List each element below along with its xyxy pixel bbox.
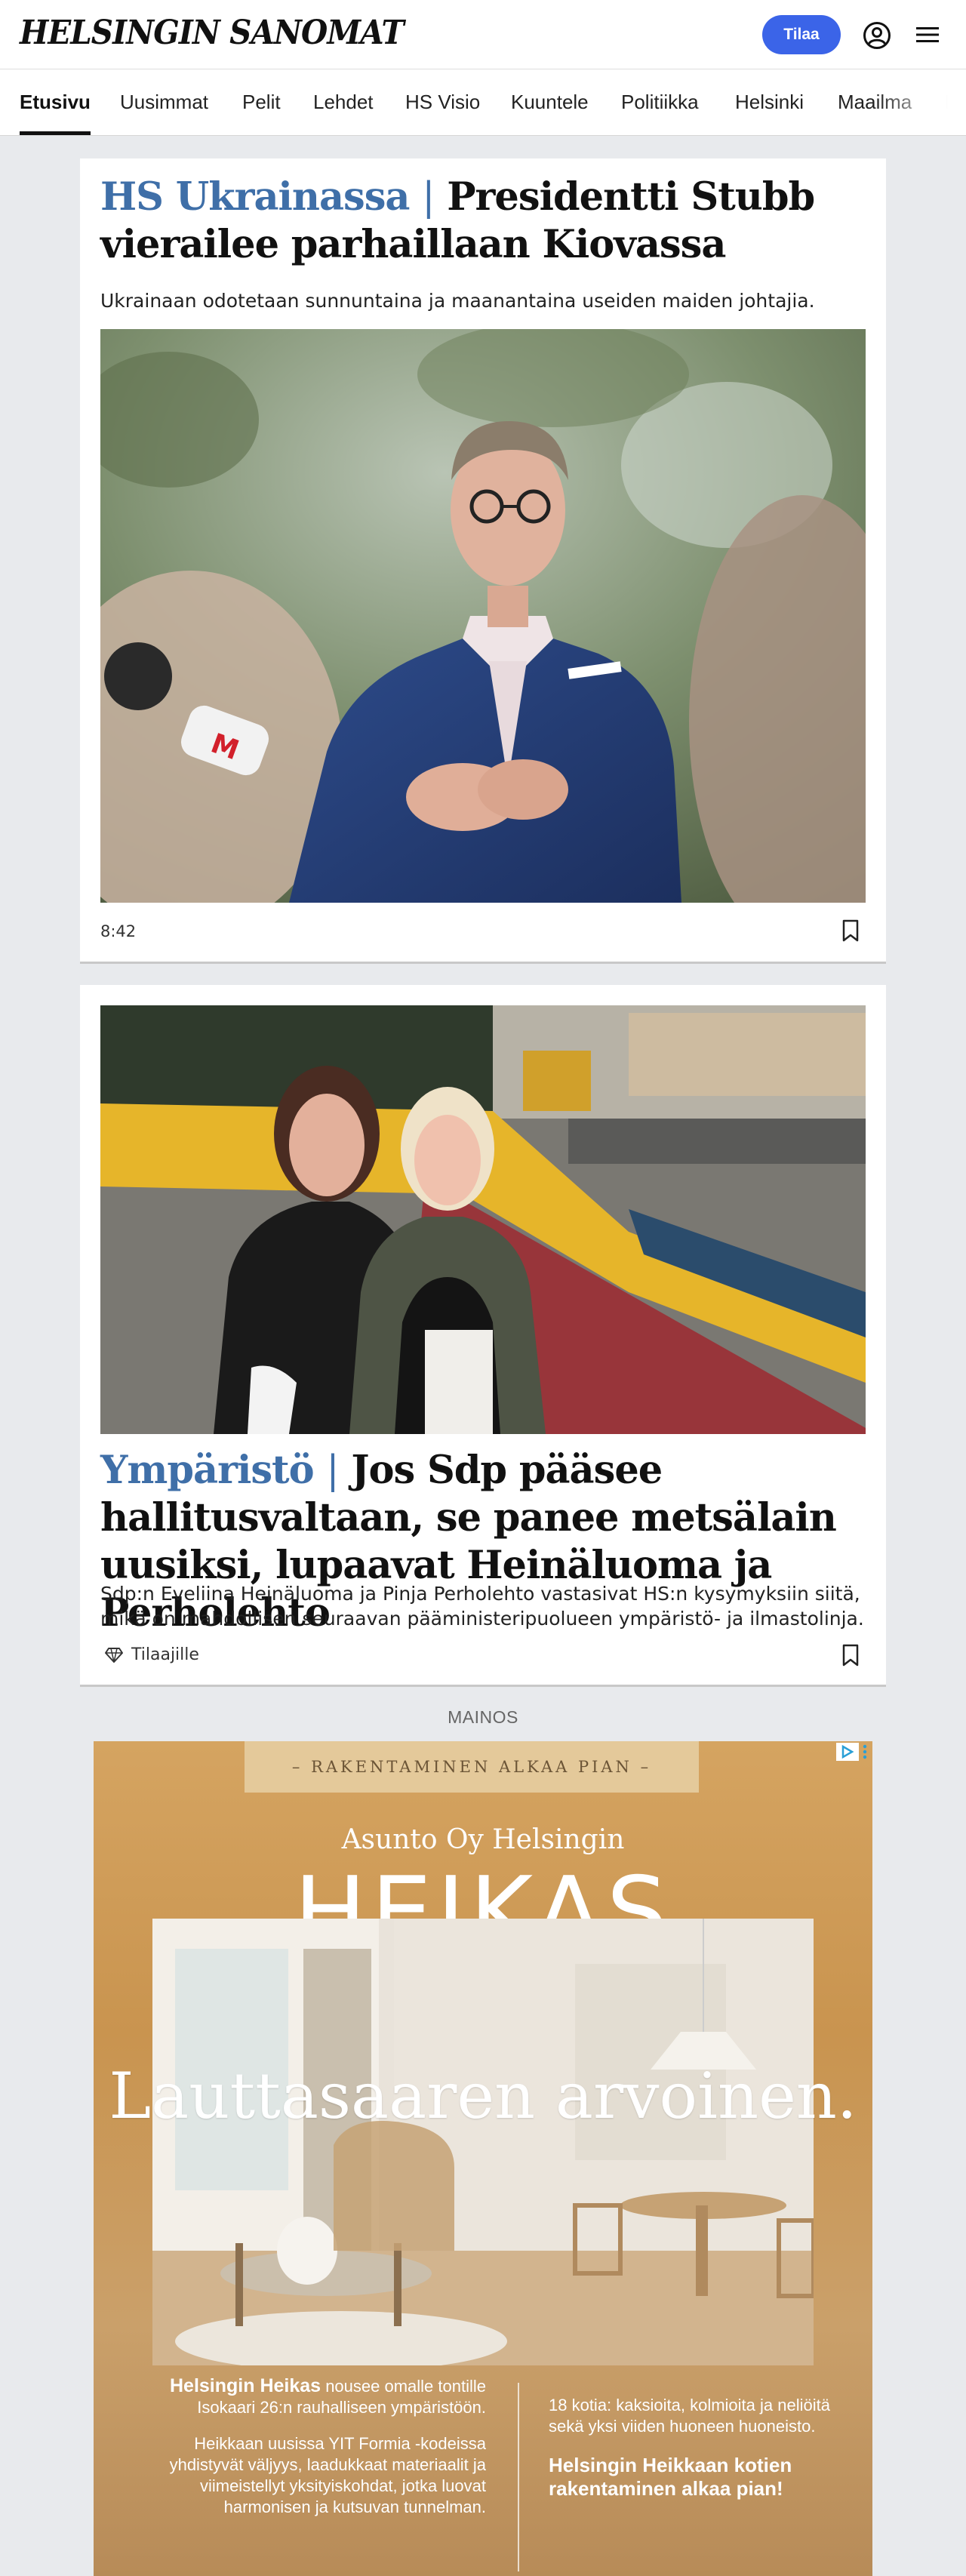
ad-facts: 18 kotia: kaksioita, kolmioita ja neliöi… xyxy=(549,2396,830,2436)
article-photo-heinaluoma-perholehto[interactable] xyxy=(100,1005,866,1434)
ad-right-text: 18 kotia: kaksioita, kolmioita ja neliöi… xyxy=(549,2395,851,2501)
ad-left-bold: Helsingin Heikas xyxy=(170,2375,321,2396)
nav-item-uusimmat[interactable]: Uusimmat xyxy=(120,91,208,114)
article-kicker: Ympäristö xyxy=(100,1448,315,1493)
nav-item-lehdet[interactable]: Lehdet xyxy=(313,91,374,114)
article-card[interactable]: HS Ukrainassa | Presidentti Stubb vierai… xyxy=(80,158,886,964)
article-time: 8:42 xyxy=(100,922,137,940)
nav-item-hs-visio[interactable]: HS Visio xyxy=(405,91,480,114)
nav-item-politiikka[interactable]: Politiikka xyxy=(621,91,699,114)
ad-slogan: Lauttasaaren arvoinen. xyxy=(109,2059,857,2133)
kicker-separator: | xyxy=(422,175,435,220)
article-lead: Ukrainaan odotetaan sunnuntaina ja maana… xyxy=(100,290,815,312)
bookmark-icon[interactable] xyxy=(842,1644,859,1667)
site-logo[interactable]: HELSINGIN SANOMAT xyxy=(20,14,405,52)
article-card[interactable]: Ympäristö | Jos Sdp pääsee hallitusvalta… xyxy=(80,985,886,1687)
nav-fade xyxy=(875,69,966,135)
subscribers-label: Tilaajille xyxy=(131,1645,199,1664)
ad-top-band: – RAKENTAMINEN ALKAA PIAN – xyxy=(245,1741,699,1793)
bookmark-icon[interactable] xyxy=(842,919,859,942)
subscribers-only-badge: Tilaajille xyxy=(104,1645,199,1664)
advertisement[interactable]: – RAKENTAMINEN ALKAA PIAN – Asunto Oy He… xyxy=(94,1741,872,2576)
menu-icon[interactable] xyxy=(915,23,940,47)
ad-cta[interactable]: Helsingin Heikkaan kotien rakentaminen a… xyxy=(549,2454,851,2501)
nav-active-indicator xyxy=(20,131,91,135)
article-kicker: HS Ukrainassa xyxy=(100,174,410,220)
nav-item-etusivu[interactable]: Etusivu xyxy=(20,91,91,114)
section-nav: Etusivu Uusimmat Pelit Lehdet HS Visio K… xyxy=(0,69,966,136)
diamond-icon xyxy=(105,1647,123,1663)
ad-interior-photo xyxy=(152,1919,814,2365)
kicker-separator: | xyxy=(326,1448,339,1493)
ad-company: Asunto Oy Helsingin xyxy=(341,1824,625,1855)
nav-item-pelit[interactable]: Pelit xyxy=(242,91,281,114)
subscribe-button[interactable]: Tilaa xyxy=(762,15,841,54)
nav-item-helsinki[interactable]: Helsinki xyxy=(735,91,804,114)
nav-item-kuuntele[interactable]: Kuuntele xyxy=(511,91,589,114)
ad-label: MAINOS xyxy=(448,1707,518,1727)
user-icon[interactable] xyxy=(863,21,891,50)
ad-left-text: Helsingin Heikas nousee omalle tontille … xyxy=(124,2375,486,2533)
ad-left-p2: Heikkaan uusissa YIT Formia -kodeissa yh… xyxy=(169,2434,486,2516)
article-headline[interactable]: HS Ukrainassa | Presidentti Stubb vierai… xyxy=(100,174,870,269)
ad-divider xyxy=(518,2383,519,2571)
article-lead: Sdp:n Eveliina Heinäluoma ja Pinja Perho… xyxy=(100,1583,864,1630)
top-bar: HELSINGIN SANOMAT Tilaa xyxy=(0,0,966,69)
adchoices-icon[interactable] xyxy=(836,1743,868,1761)
article-photo-stubb[interactable]: M xyxy=(100,329,866,903)
